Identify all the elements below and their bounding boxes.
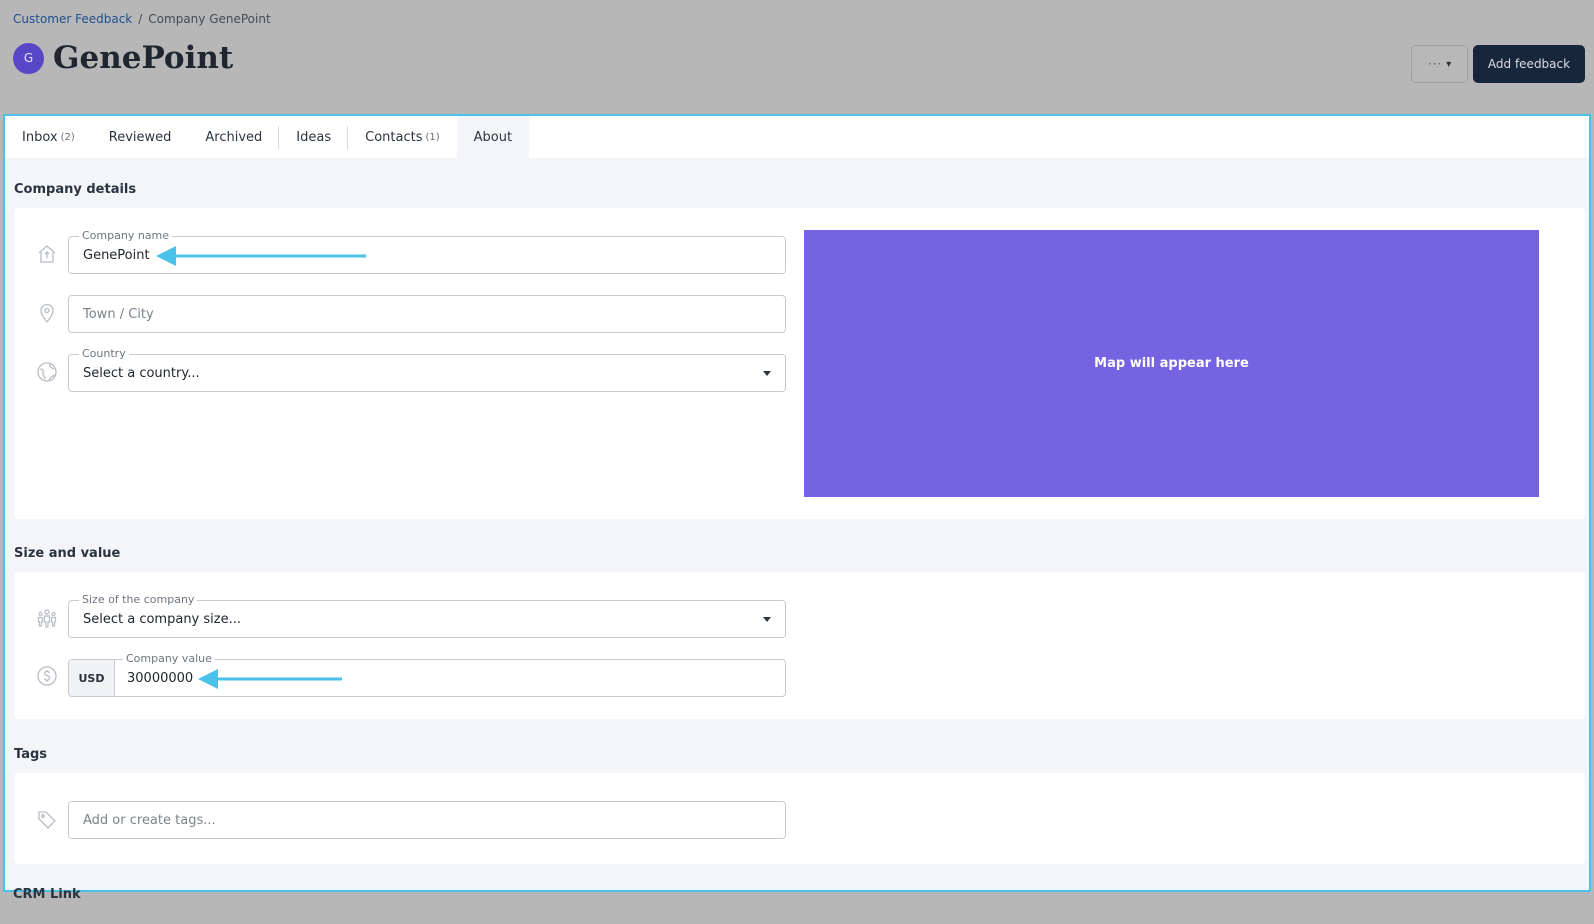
chevron-down-icon (763, 371, 771, 376)
company-details-card: Company name GenePoint Town / City Count… (14, 208, 1586, 519)
company-panel: Inbox (2) Reviewed Archived Ideas Contac… (3, 114, 1591, 892)
tab-contacts[interactable]: Contacts (1) (348, 116, 457, 158)
company-name-value: GenePoint (83, 248, 150, 263)
company-value-value: 30000000 (127, 671, 194, 686)
people-icon (36, 607, 58, 629)
ellipsis-icon: ··· (1427, 57, 1443, 71)
company-size-value: Select a company size... (83, 612, 241, 627)
country-value: Select a country... (83, 366, 200, 381)
location-pin-icon (36, 302, 58, 324)
town-city-input[interactable]: Town / City (68, 295, 786, 333)
size-value-heading: Size and value (14, 546, 121, 561)
tags-card: Add or create tags... (14, 773, 1586, 864)
company-details-heading: Company details (14, 182, 137, 197)
tab-count: (1) (425, 131, 440, 143)
chevron-down-icon: ▾ (1446, 58, 1452, 70)
breadcrumb-parent-link[interactable]: Customer Feedback (13, 12, 132, 26)
tab-ideas[interactable]: Ideas (279, 116, 348, 158)
map-placeholder-text: Map will appear here (1094, 356, 1249, 371)
annotation-arrow (156, 246, 366, 266)
size-value-card: Size of the company Select a company siz… (14, 572, 1586, 719)
company-name-label: Company name (79, 230, 173, 242)
breadcrumb-current: Company GenePoint (148, 12, 271, 26)
breadcrumb-separator: / (138, 12, 143, 26)
tab-about[interactable]: About (456, 116, 530, 158)
map-placeholder: Map will appear here (804, 230, 1539, 497)
tags-input[interactable]: Add or create tags... (68, 801, 786, 839)
tab-reviewed[interactable]: Reviewed (92, 116, 189, 158)
tab-inbox[interactable]: Inbox (2) (5, 116, 92, 158)
tab-label: Reviewed (108, 129, 172, 145)
tab-count: (2) (60, 131, 75, 143)
tab-label: Ideas (296, 129, 332, 145)
tags-placeholder: Add or create tags... (83, 813, 216, 828)
house-icon (36, 243, 58, 265)
country-select[interactable]: Country Select a country... (68, 348, 786, 392)
company-value-field[interactable]: USD Company value 30000000 (68, 653, 786, 697)
more-actions-button[interactable]: ··· ▾ (1411, 45, 1468, 83)
tab-bar: Inbox (2) Reviewed Archived Ideas Contac… (5, 116, 1589, 158)
add-feedback-button[interactable]: Add feedback (1473, 45, 1585, 83)
avatar: G (13, 42, 44, 74)
dollar-icon (36, 665, 58, 687)
company-size-select[interactable]: Size of the company Select a company siz… (68, 594, 786, 638)
tab-label: Archived (205, 129, 263, 145)
company-size-label: Size of the company (79, 594, 198, 606)
breadcrumb: Customer Feedback / Company GenePoint (13, 12, 271, 26)
tab-archived[interactable]: Archived (188, 116, 280, 158)
globe-icon (36, 361, 58, 383)
tab-label: About (473, 129, 513, 145)
tags-heading: Tags (14, 747, 48, 762)
company-value-label: Company value (123, 653, 215, 665)
crm-link-heading: CRM Link (13, 887, 81, 902)
tag-icon (36, 809, 58, 831)
chevron-down-icon (763, 617, 771, 622)
tab-label: Contacts (365, 129, 423, 145)
page-header: G GenePoint (13, 40, 233, 76)
annotation-arrow (198, 669, 342, 689)
currency-badge[interactable]: USD (69, 660, 115, 696)
town-city-placeholder: Town / City (83, 307, 154, 322)
country-label: Country (79, 348, 129, 360)
tab-label: Inbox (22, 129, 58, 145)
page-title: GenePoint (53, 40, 234, 76)
